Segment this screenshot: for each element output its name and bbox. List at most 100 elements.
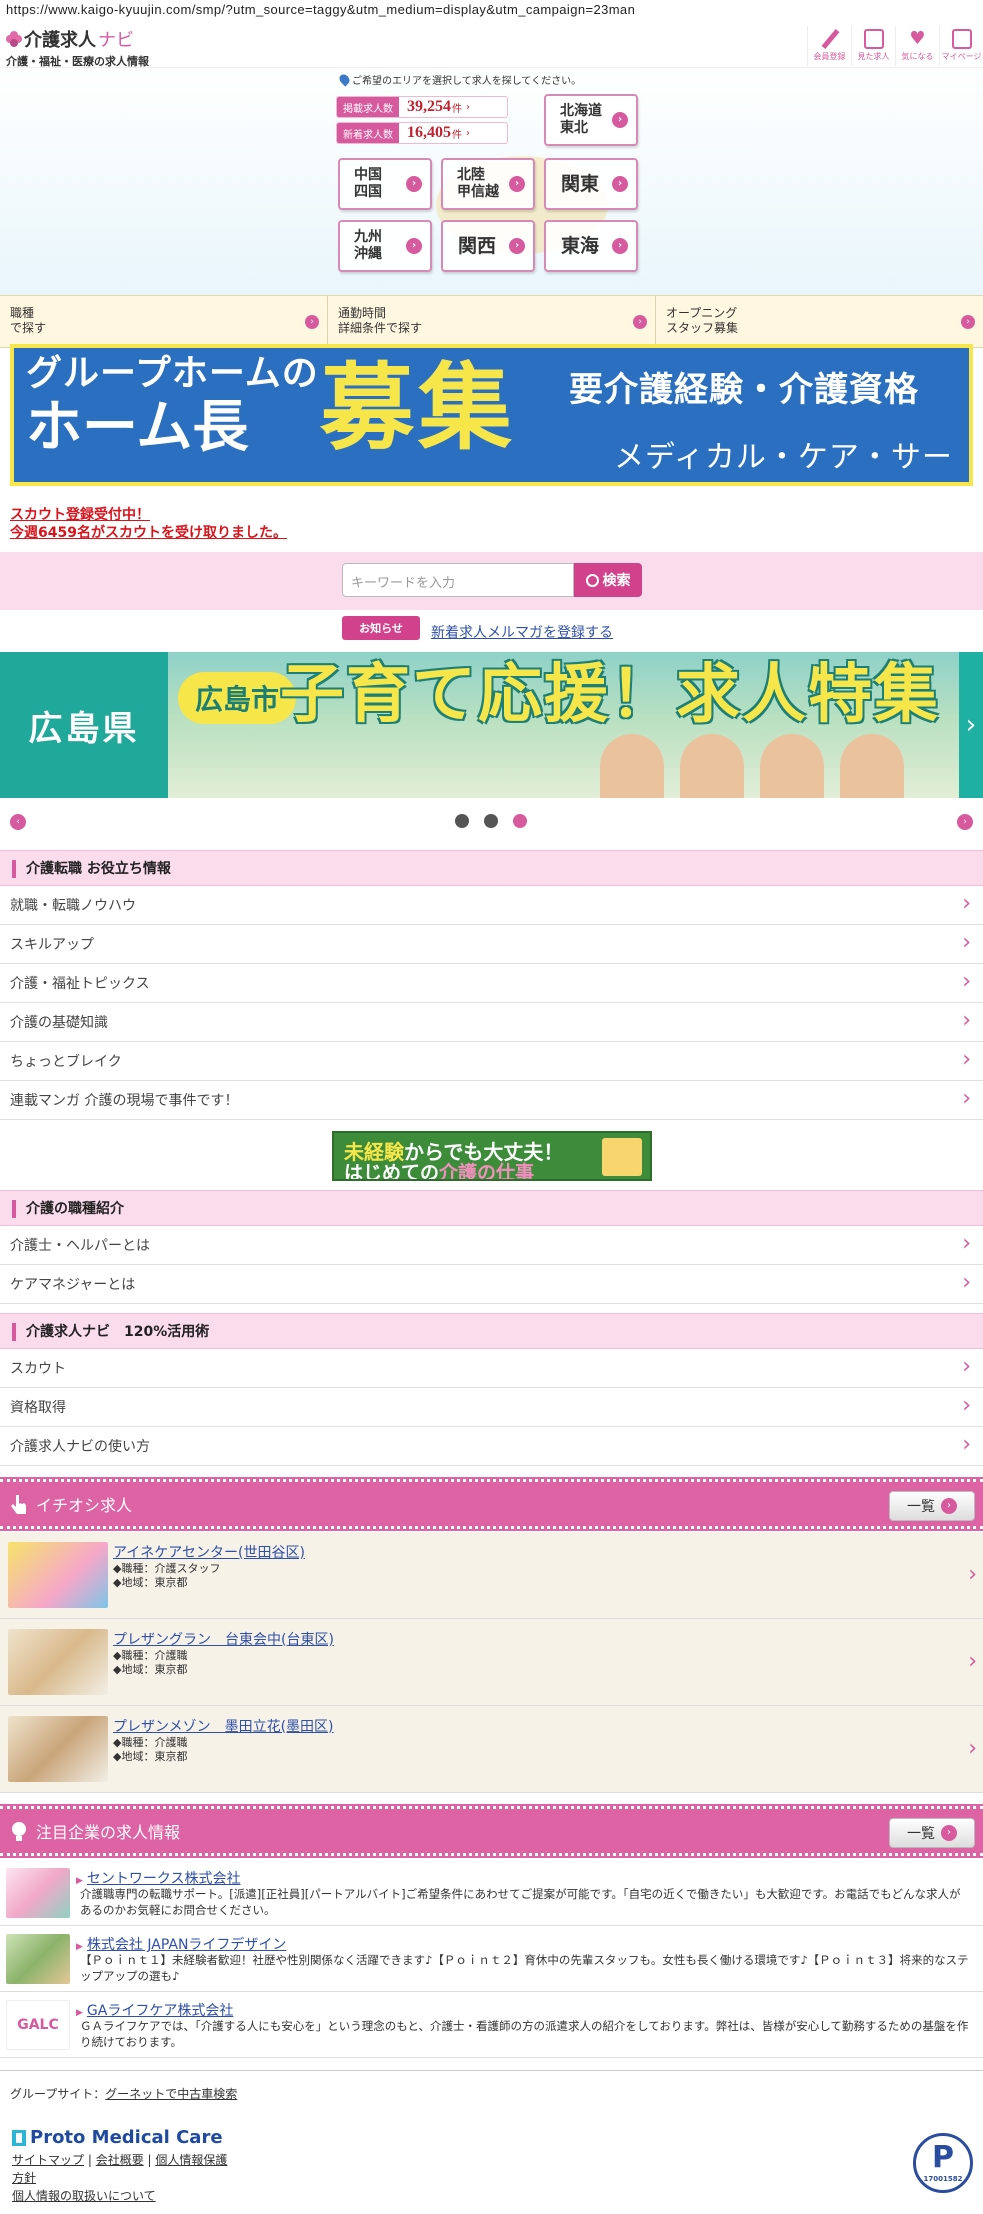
company-desc: 介護職専門の転職サポート。[派遣][正社員][パートアルバイト]ご希望条件にあわ… [80, 1887, 961, 1917]
register-label: 会員登録 [813, 52, 846, 61]
chevron-right-icon: › [941, 1498, 957, 1514]
list-item[interactable]: 介護士・ヘルパーとは [0, 1226, 983, 1265]
group-label: グループサイト： [10, 2087, 106, 2101]
calendar-icon [863, 29, 884, 49]
company-name-link[interactable]: 株式会社 JAPANライフデザイン [76, 1934, 287, 1954]
grouphome-recruit-banner[interactable]: グループホームのホーム長 募集 要介護経験・介護資格 メディカル・ケア・サービス [10, 344, 973, 486]
region-chugoku-shikoku[interactable]: 中国 四国 › [338, 158, 432, 210]
job-thumbnail [8, 1542, 108, 1608]
footer-logo[interactable]: Proto Medical Care [12, 2127, 223, 2148]
region-label: 北陸 甲信越 [457, 167, 499, 200]
privacy-link[interactable]: 個人情報保護 [155, 2153, 227, 2167]
stat-label: 掲載求人数 [337, 97, 399, 117]
list-item[interactable]: 連載マンガ 介護の現場で事件です！ [0, 1081, 983, 1120]
viewed-jobs-button[interactable]: 見た求人 [851, 26, 895, 66]
company-item[interactable]: セントワークス株式会社 介護職専門の転職サポート。[派遣][正社員][パートアル… [0, 1860, 983, 1926]
browser-url-bar[interactable]: https://www.kaigo-kyuujin.com/smp/?utm_s… [0, 0, 983, 22]
region-hokuriku-koshinetsu[interactable]: 北陸 甲信越 › [441, 158, 535, 210]
search-opening-staff[interactable]: オープニング スタッフ募集 › [656, 296, 983, 347]
company-thumbnail [6, 1868, 70, 1918]
company-item[interactable]: 株式会社 JAPANライフデザイン 【Ｐｏｉｎｔ１】未経験者歓迎！社歴や性別関係… [0, 1926, 983, 1992]
job-area: ◆地域：東京都 [113, 1750, 188, 1763]
company-item[interactable]: GALC GAライフケア株式会社 ＧＡライフケアでは、「介護する人にも安心を」と… [0, 1992, 983, 2058]
job-title-link[interactable]: プレザングラン 台東会中(台東区) [113, 1629, 334, 1649]
region-tokai[interactable]: 東海 › [544, 220, 638, 272]
beginner-care-banner[interactable]: 未経験からでも大丈夫！ はじめての介護の仕事 [332, 1131, 652, 1181]
featured-list-button[interactable]: 一覧 › [889, 1491, 975, 1521]
list-item[interactable]: 介護求人ナビの使い方 [0, 1427, 983, 1466]
keyword-search-input[interactable]: キーワードを入力 [342, 563, 574, 597]
register-button[interactable]: 会員登録 [807, 26, 851, 66]
chevron-right-icon: › [612, 112, 628, 128]
chevron-right-icon: › [941, 1825, 957, 1841]
sitemap-link[interactable]: サイトマップ [12, 2153, 84, 2167]
carousel-next-button[interactable]: › [957, 814, 973, 830]
carousel-dot[interactable] [455, 814, 469, 828]
mypage-label: マイページ [941, 52, 982, 61]
section-title: 介護の職種紹介 [26, 1201, 124, 1217]
user-icon [951, 29, 972, 49]
hiroshima-feature-banner[interactable]: 広島県 広島市 子育て応援！求人特集 › [0, 652, 983, 798]
carousel-dot-active[interactable] [513, 814, 527, 828]
job-card[interactable]: プレザンメゾン 墨田立花(墨田区) ◆職種：介護職 ◆地域：東京都 › [0, 1706, 983, 1793]
total-jobs-stat[interactable]: 掲載求人数 39,254 件 › [336, 96, 508, 118]
list-item[interactable]: ちょっとブレイク [0, 1042, 983, 1081]
search-by-jobtype[interactable]: 職種 で探す › [0, 296, 328, 347]
chevron-right-icon: › [466, 101, 470, 113]
newsletter-link[interactable]: 新着求人メルマガを登録する [431, 622, 613, 642]
site-footer: グループサイト：グーネットで中古車検索 Proto Medical Care サ… [0, 2070, 983, 2214]
companies-list-button[interactable]: 一覧 › [889, 1818, 975, 1848]
list-item[interactable]: ケアマネジャーとは [0, 1265, 983, 1304]
banner-city: 広島市 [178, 672, 296, 724]
section-heading: 介護転職 お役立ち情報 [0, 850, 983, 886]
chevron-right-icon: › [968, 1736, 977, 1761]
privacy-policy-link[interactable]: 方針 [12, 2171, 36, 2185]
mypage-button[interactable]: マイページ [939, 26, 983, 66]
job-title-link[interactable]: プレザンメゾン 墨田立花(墨田区) [113, 1716, 334, 1736]
personal-info-link[interactable]: 個人情報の取扱いについて [12, 2189, 156, 2203]
privacy-mark-logo: P 17001582 [913, 2133, 973, 2193]
company-info-link[interactable]: 会社概要 [96, 2153, 144, 2167]
carousel-next-icon[interactable]: › [959, 652, 983, 798]
list-item[interactable]: 介護・福祉トピックス [0, 964, 983, 1003]
region-label: 九州 沖縄 [354, 229, 382, 262]
favorites-button[interactable]: ♥ 気になる [895, 26, 939, 66]
section-heading: 介護求人ナビ 120%活用術 [0, 1313, 983, 1349]
new-jobs-stat[interactable]: 新着求人数 16,405 件 › [336, 122, 508, 144]
job-card[interactable]: プレザングラン 台東会中(台東区) ◆職種：介護職 ◆地域：東京都 › [0, 1619, 983, 1706]
job-card[interactable]: アイネケアセンター(世田谷区) ◆職種：介護スタッフ ◆地域：東京都 › [0, 1532, 983, 1619]
carousel-prev-button[interactable]: ‹ [10, 814, 26, 830]
carousel-dot[interactable] [484, 814, 498, 828]
map-pin-icon [337, 72, 352, 87]
list-item[interactable]: スカウト [0, 1349, 983, 1388]
region-kanto[interactable]: 関東 › [544, 158, 638, 210]
list-item[interactable]: 就職・転職ノウハウ [0, 886, 983, 925]
region-kyushu-okinawa[interactable]: 九州 沖縄 › [338, 220, 432, 272]
search-icon [585, 573, 599, 587]
scout-line1: スカウト登録受付中！ [10, 507, 150, 523]
list-item[interactable]: 介護の基礎知識 [0, 1003, 983, 1042]
goonet-link[interactable]: グーネットで中古車検索 [105, 2087, 237, 2101]
area-heading: ご希望のエリアを選択して求人を探してください。 [337, 72, 581, 87]
privacy-mark-p: P [932, 2140, 954, 2175]
header-icon-menu: 会員登録 見た求人 ♥ 気になる マイページ [807, 26, 983, 66]
search-button[interactable]: 検索 [574, 563, 642, 597]
region-hokkaido-tohoku[interactable]: 北海道 東北 › [544, 94, 638, 146]
company-name-link[interactable]: セントワークス株式会社 [76, 1868, 241, 1888]
chevron-right-icon: › [509, 238, 525, 254]
banner-text: はじめての [344, 1162, 440, 1181]
scout-link[interactable]: スカウト登録受付中！ 今週6459名がスカウトを受け取りました。 [10, 506, 287, 542]
list-item[interactable]: スキルアップ [0, 925, 983, 964]
stat-label: 新着求人数 [337, 123, 399, 143]
job-title-link[interactable]: アイネケアセンター(世田谷区) [113, 1542, 305, 1562]
notice-badge: お知らせ [342, 616, 420, 640]
chevron-right-icon: › [968, 1562, 977, 1587]
job-area: ◆地域：東京都 [113, 1663, 188, 1676]
search-by-commute[interactable]: 通勤時間 詳細条件で探す › [328, 296, 656, 347]
company-name-link[interactable]: GAライフケア株式会社 [76, 2000, 233, 2020]
chevron-right-icon: › [612, 238, 628, 254]
list-item[interactable]: 資格取得 [0, 1388, 983, 1427]
site-logo[interactable]: 介護求人 ナビ 介護・福祉・医療の求人情報 [6, 26, 149, 69]
region-kansai[interactable]: 関西 › [441, 220, 535, 272]
shortcut-line2: で探す [10, 321, 47, 335]
